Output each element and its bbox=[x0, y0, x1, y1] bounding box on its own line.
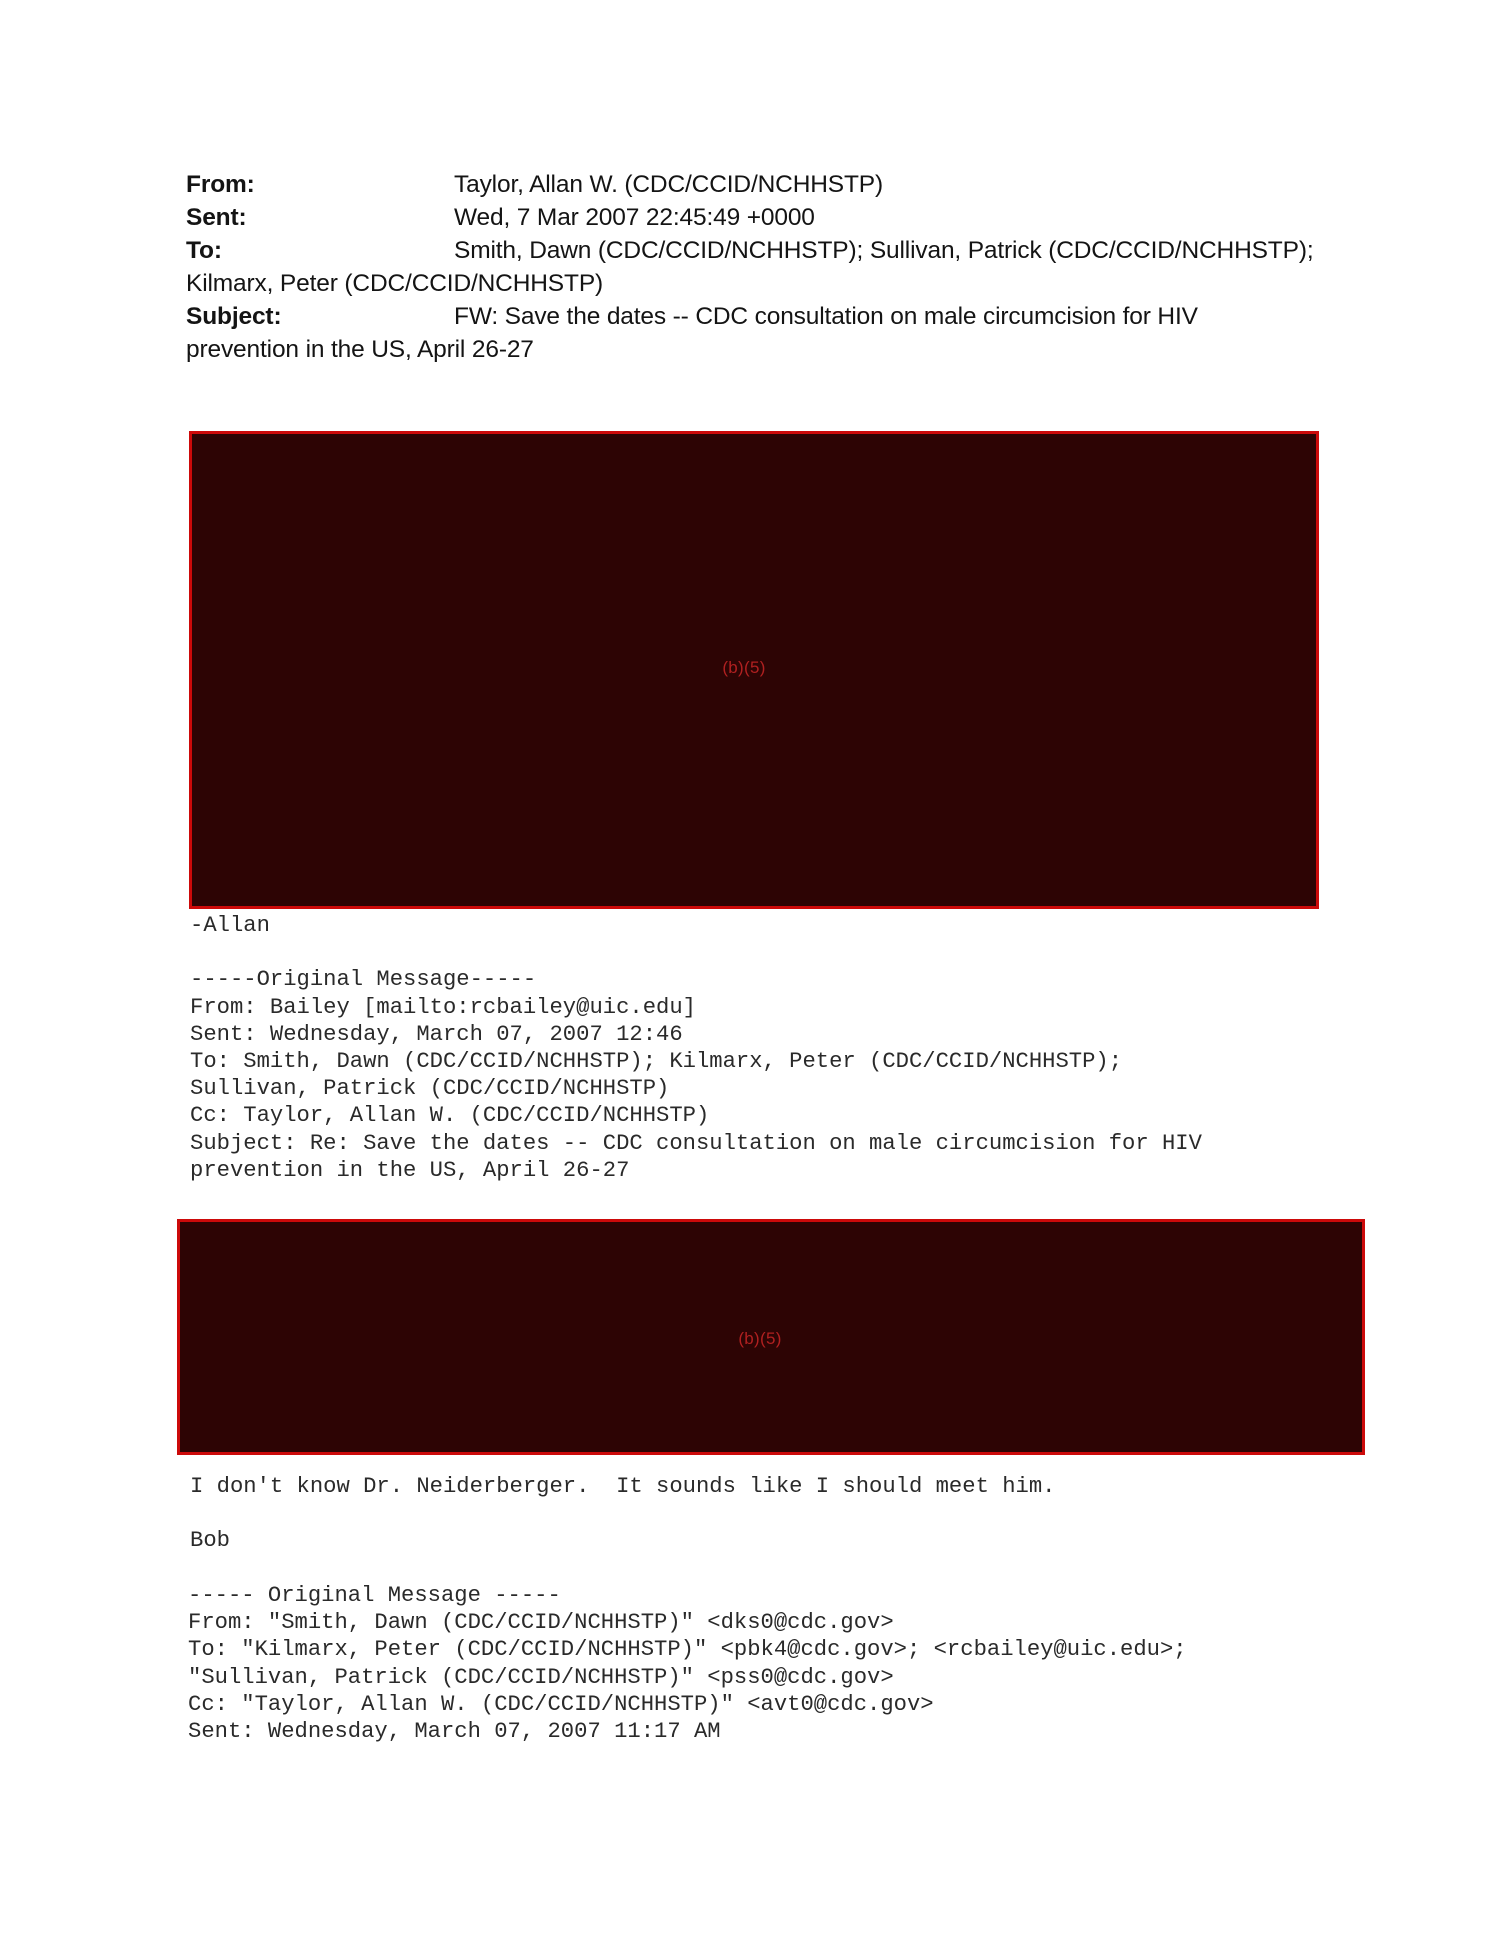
redaction-box-2: (b)(5) bbox=[177, 1219, 1365, 1455]
email-field-value-from: Taylor, Allan W. (CDC/CCID/NCHHSTP) bbox=[454, 171, 884, 198]
email-field-label-subject: Subject: bbox=[186, 303, 282, 330]
email-field-label-to: To: bbox=[186, 237, 222, 264]
email-header-row-sent: Sent: Wed, 7 Mar 2007 22:45:49 +0000 bbox=[186, 201, 1346, 234]
quoted-message-block-1: -Allan -----Original Message----- From: … bbox=[190, 913, 1202, 1183]
email-header: From: Taylor, Allan W. (CDC/CCID/NCHHSTP)… bbox=[186, 168, 1346, 366]
email-field-value-to: Smith, Dawn (CDC/CCID/NCHHSTP); Sullivan… bbox=[454, 237, 1314, 264]
quoted-message-reply-text: I don't know Dr. Neiderberger. It sounds… bbox=[190, 1474, 1056, 1554]
quoted-message-block-2: ----- Original Message ----- From: "Smit… bbox=[188, 1583, 1187, 1745]
email-header-row-subject: Subject: FW: Save the dates -- CDC consul… bbox=[186, 300, 1346, 333]
email-field-value-subject: FW: Save the dates -- CDC consultation o… bbox=[454, 303, 1198, 330]
redaction-box-1: (b)(5) bbox=[189, 431, 1319, 909]
email-header-row-from: From: Taylor, Allan W. (CDC/CCID/NCHHSTP) bbox=[186, 168, 1346, 201]
email-field-label-sent: Sent: bbox=[186, 204, 247, 231]
document-page: From: Taylor, Allan W. (CDC/CCID/NCHHSTP)… bbox=[0, 0, 1500, 1941]
redaction-exemption-label: (b)(5) bbox=[738, 1329, 782, 1348]
email-field-label-from: From: bbox=[186, 171, 255, 198]
email-field-value-to-continued: Kilmarx, Peter (CDC/CCID/NCHHSTP) bbox=[186, 270, 604, 297]
email-field-value-sent: Wed, 7 Mar 2007 22:45:49 +0000 bbox=[454, 204, 815, 231]
redaction-exemption-label: (b)(5) bbox=[722, 658, 766, 677]
email-field-value-subject-continued: prevention in the US, April 26-27 bbox=[186, 336, 534, 363]
email-header-row-to: To: Smith, Dawn (CDC/CCID/NCHHSTP); Sulli… bbox=[186, 234, 1346, 267]
